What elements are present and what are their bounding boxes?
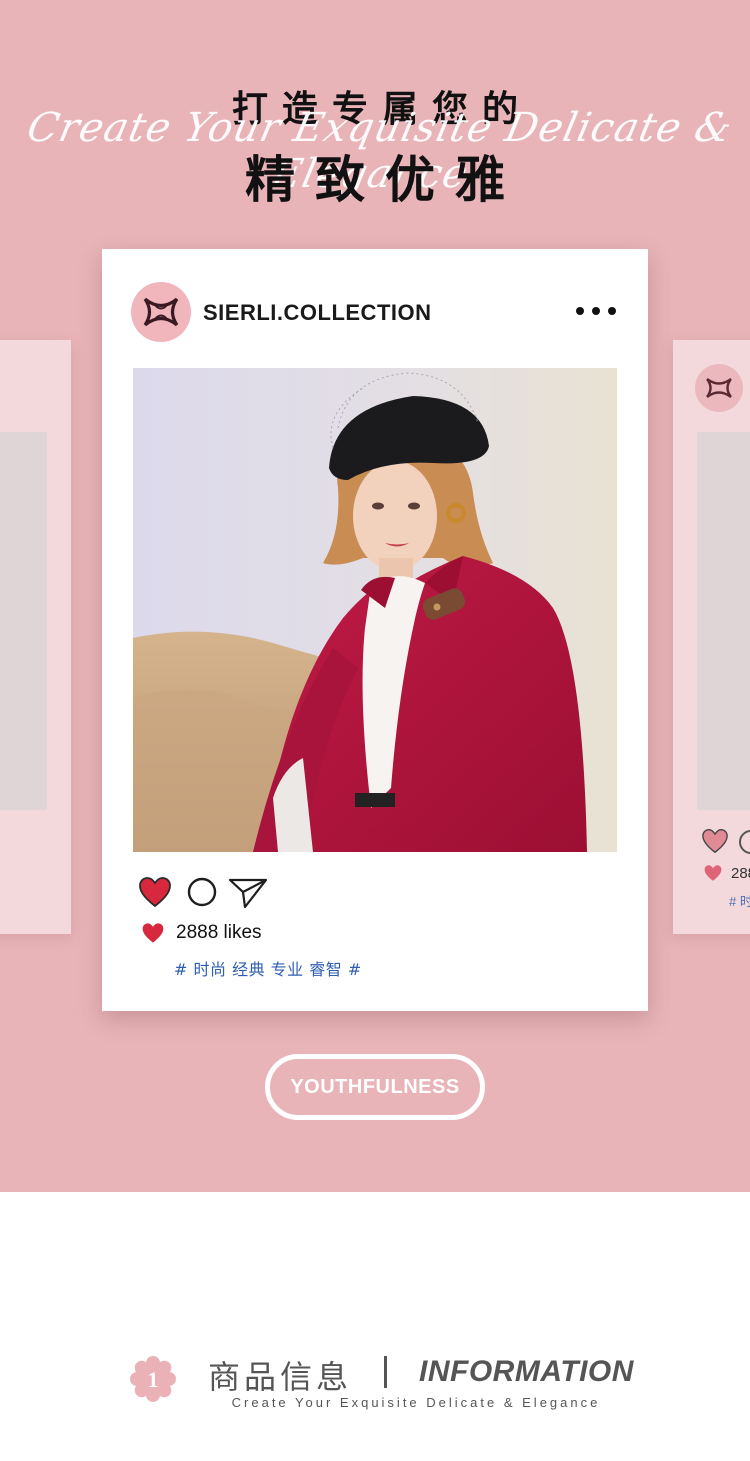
hero-section: 打造专属您的 Create Your Exquisite Delicate & … [0,0,750,1192]
more-dots-icon[interactable] [576,301,616,321]
headline-main: 精致优雅 [245,151,525,209]
heart-icon[interactable] [701,828,729,854]
likes-count: 2888 likes [176,922,262,943]
post-card: SIERLI.COLLECTION 2888 likes # 时尚 经典 专业 … [102,249,648,1011]
post-username[interactable]: SIERLI.COLLECTION [203,300,432,326]
heart-icon [142,923,164,943]
side-card-image-placeholder [0,432,47,810]
youthfulness-button[interactable]: YOUTHFULNESS [265,1054,485,1120]
hashtags: # 时 [729,894,750,909]
circle-comment-icon[interactable] [739,830,750,854]
likes-count: 288 [731,865,750,882]
brand-logo-icon[interactable] [131,282,191,342]
info-title-en: INFORMATION [419,1355,634,1388]
brand-logo-icon [695,364,743,412]
badge-number: 1 [148,1367,159,1392]
info-subtitle: Create Your Exquisite Delicate & Eleganc… [231,1395,601,1410]
paper-plane-icon[interactable] [228,876,268,910]
info-title-cn: 商品信息 [208,1358,353,1396]
post-photo [133,368,617,852]
circle-comment-icon[interactable] [186,876,218,908]
heart-icon [704,865,722,881]
hashtags[interactable]: # 时尚 经典 专业 睿智 # [174,956,362,980]
divider [384,1356,387,1388]
side-card-left[interactable] [0,340,71,934]
heart-icon[interactable] [138,876,172,908]
side-card-image-placeholder [697,432,750,810]
side-card-right[interactable]: 288 # 时 [673,340,750,934]
